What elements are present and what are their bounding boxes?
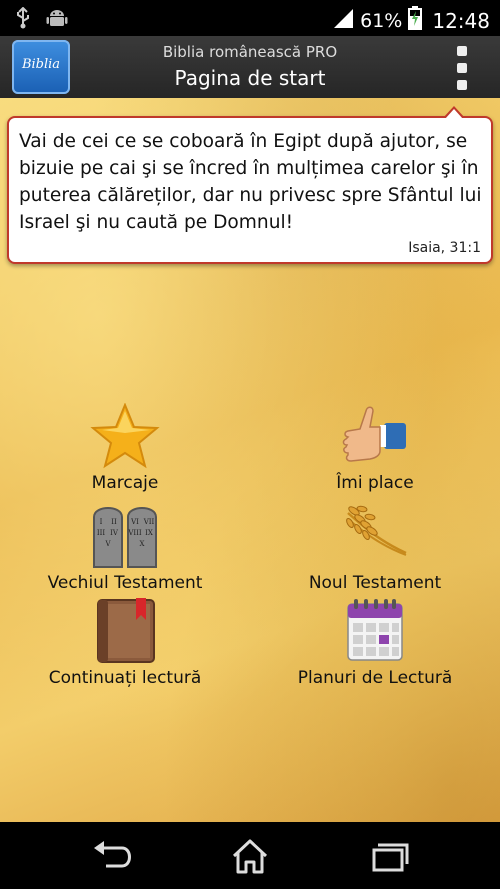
stone-tablets-icon: I II III IV V VI VII VIII IX X — [90, 503, 160, 569]
menu-item-new-testament[interactable]: Noul Testament — [255, 503, 495, 593]
menu-item-label: Continuați lectură — [48, 668, 202, 688]
menu-item-label: Planuri de Lectură — [297, 668, 453, 688]
calendar-icon — [340, 598, 410, 664]
svg-text:IX: IX — [145, 529, 153, 537]
svg-text:II: II — [111, 518, 117, 526]
clock: 12:48 — [432, 8, 490, 33]
svg-text:X: X — [140, 540, 145, 548]
menu-item-label: Îmi place — [336, 473, 414, 493]
menu-item-bookmarks[interactable]: Marcaje — [5, 402, 245, 493]
verse-of-day-card[interactable]: Vai de cei ce se coboară în Egipt după a… — [7, 106, 493, 264]
book-bookmark-icon — [90, 598, 160, 664]
thumbs-up-icon — [340, 403, 410, 469]
svg-text:V: V — [104, 540, 111, 548]
recent-apps-icon[interactable] — [358, 836, 418, 876]
verse-text: Vai de cei ce se coboară în Egipt după a… — [19, 131, 482, 233]
svg-text:IV: IV — [110, 529, 119, 537]
menu-item-label: Noul Testament — [308, 573, 442, 593]
svg-text:VII: VII — [143, 518, 155, 526]
svg-text:I: I — [100, 518, 103, 526]
status-bar: 61% 12:48 — [0, 0, 500, 36]
menu-item-likes[interactable]: Îmi place — [255, 403, 495, 493]
usb-icon — [14, 6, 32, 33]
svg-text:VIII: VIII — [127, 529, 142, 537]
svg-text:VI: VI — [130, 518, 139, 526]
home-icon[interactable] — [220, 836, 280, 876]
menu-item-reading-plans[interactable]: Planuri de Lectură — [255, 598, 495, 688]
signal-icon — [332, 7, 354, 34]
app-bar: Biblia Biblia românească PRO Pagina de s… — [0, 36, 500, 99]
system-nav-bar — [0, 822, 500, 889]
android-debug-icon — [46, 7, 68, 33]
menu-item-old-testament[interactable]: I II III IV V VI VII VIII IX X Vechiul Testa… — [5, 503, 245, 593]
page-title: Pagina de start — [174, 66, 326, 90]
overflow-menu-icon[interactable] — [454, 46, 470, 90]
app-subtitle: Biblia românească PRO — [162, 43, 338, 61]
verse-card-tail — [443, 106, 465, 119]
battery-percent: 61% — [360, 9, 403, 32]
menu-item-label: Vechiul Testament — [47, 573, 203, 593]
menu-item-continue-reading[interactable]: Continuați lectură — [5, 598, 245, 688]
home-content: Vai de cei ce se coboară în Egipt după a… — [0, 98, 500, 822]
back-icon[interactable] — [80, 836, 140, 876]
verse-reference: Isaia, 31:1 — [408, 240, 481, 256]
svg-text:III: III — [97, 529, 106, 537]
star-icon — [90, 402, 160, 469]
battery-charging-icon — [408, 6, 423, 35]
wheat-icon — [340, 503, 410, 569]
menu-item-label: Marcaje — [91, 473, 159, 493]
